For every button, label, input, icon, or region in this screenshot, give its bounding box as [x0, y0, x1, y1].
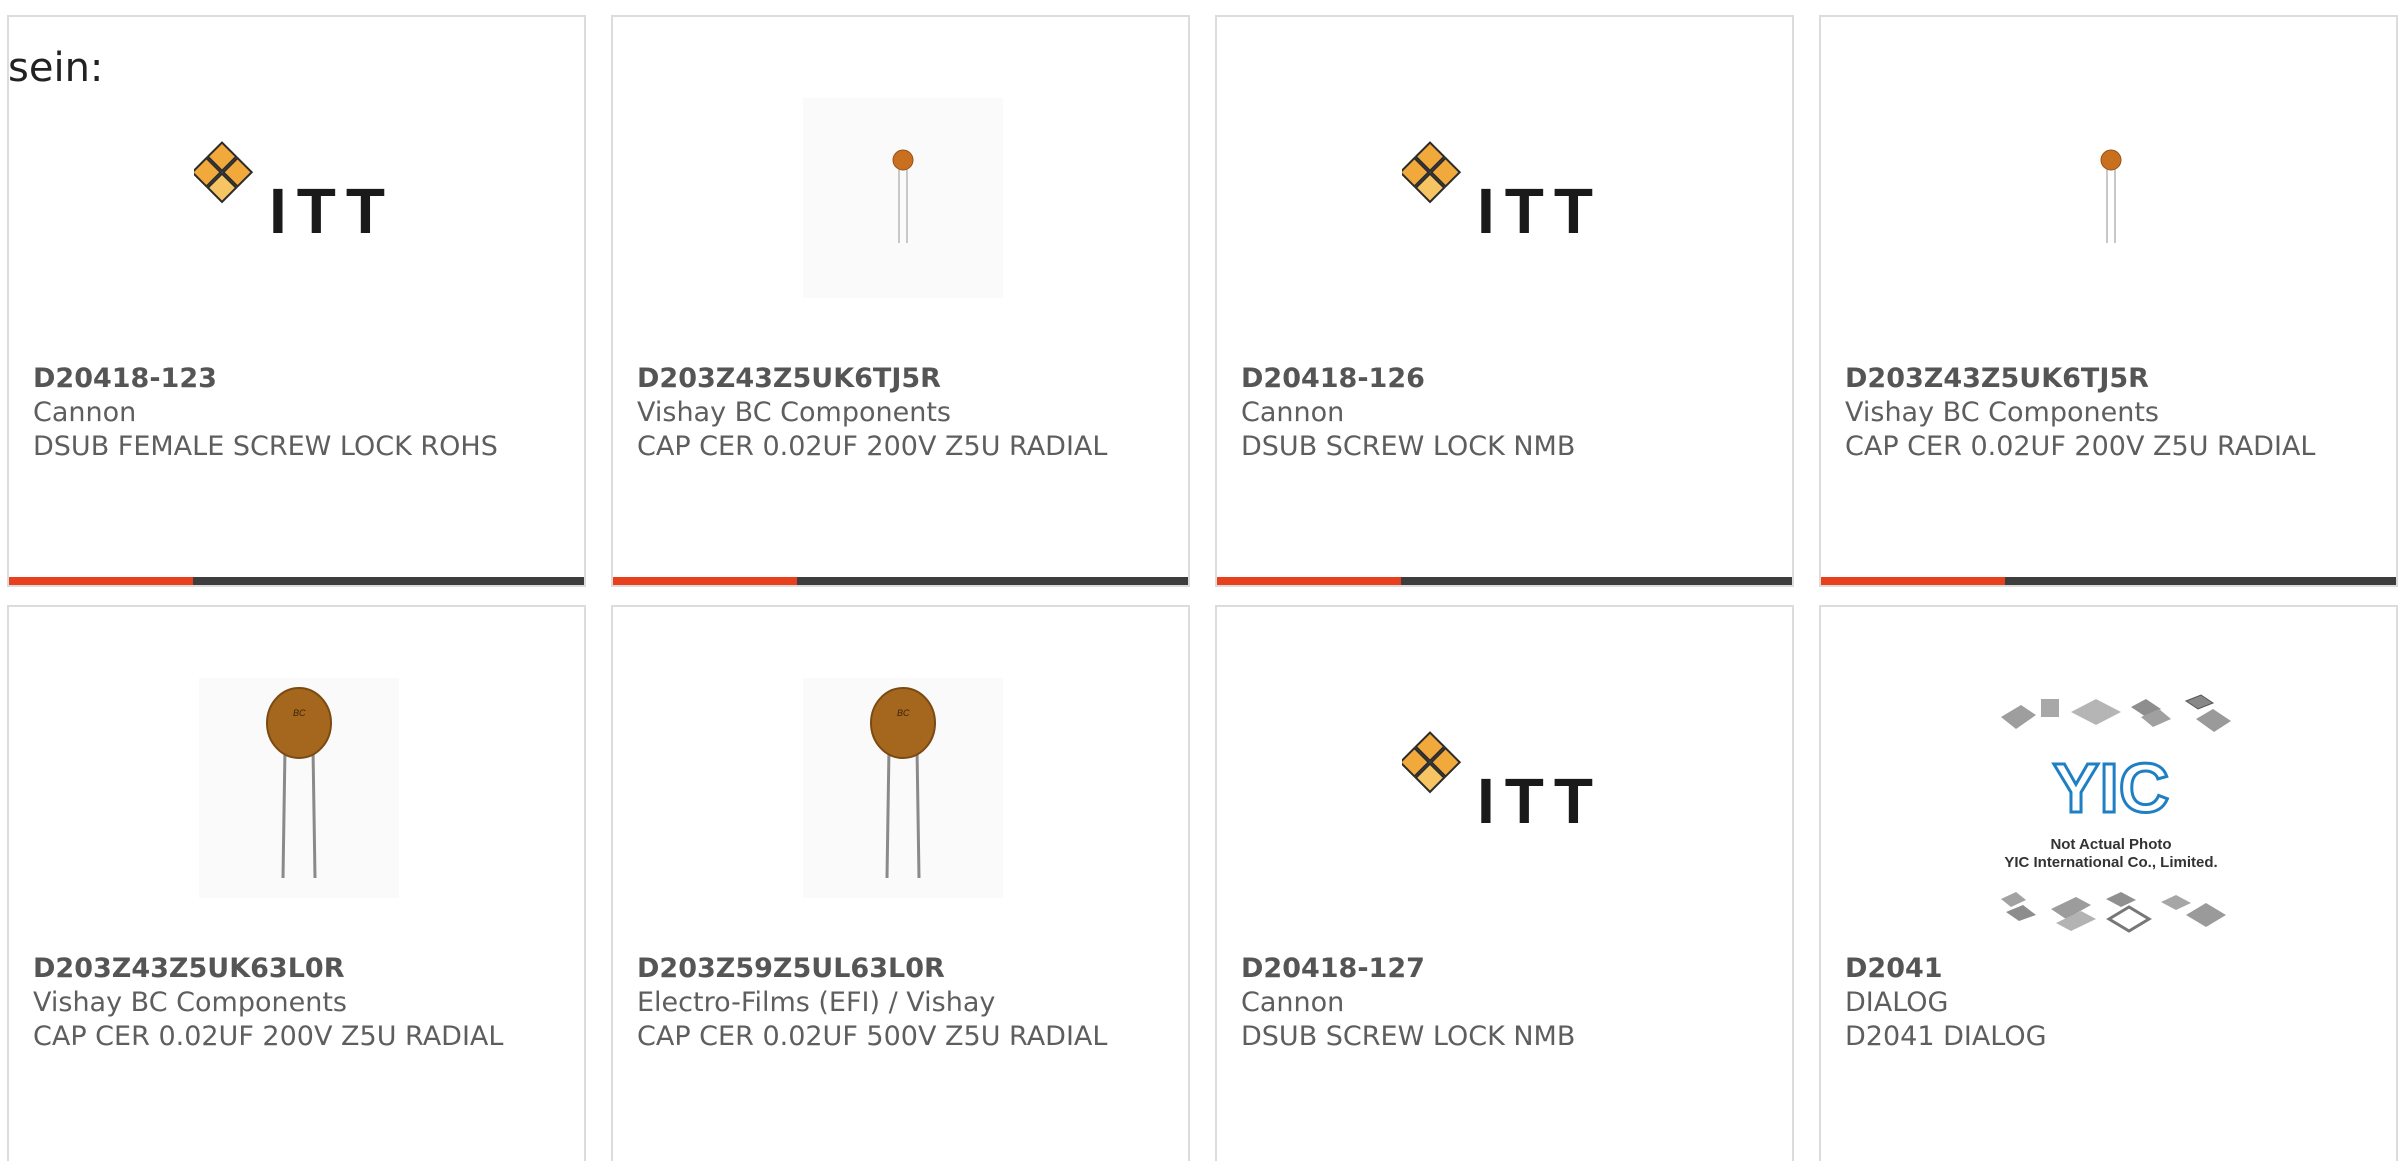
accent-bar — [1821, 577, 2005, 585]
small-capacitor-icon — [803, 98, 1003, 298]
product-card[interactable]: D203Z43Z5UK6TJ5R Vishay BC Components CA… — [611, 15, 1190, 587]
part-number[interactable]: D20418-127 — [1241, 952, 1780, 986]
description: D2041 DIALOG — [1845, 1021, 2047, 1052]
bar-rest — [1401, 577, 1792, 585]
product-image-small-capacitor[interactable] — [2001, 83, 2221, 313]
yic-placeholder-icon: YIC Not Actual Photo YIC International C… — [2001, 694, 2231, 933]
product-card[interactable]: BC D203Z59Z5UL63L0R Electro-Films (EFI) … — [611, 605, 1190, 1161]
product-card[interactable]: ITT D20418-126 Cannon DSUB SCREW LOCK NM… — [1215, 15, 1794, 587]
accent-bar — [613, 577, 797, 585]
product-image-small-capacitor[interactable] — [793, 83, 1013, 313]
product-image-itt-logo[interactable]: ITT — [189, 83, 409, 313]
accent-bar — [1217, 577, 1401, 585]
manufacturer: Cannon — [1241, 987, 1345, 1018]
product-info: D20418-126 Cannon DSUB SCREW LOCK NMB — [1241, 362, 1780, 464]
manufacturer: DIALOG — [1845, 987, 1949, 1018]
large-capacitor-icon: BC — [199, 678, 399, 898]
part-number[interactable]: D203Z43Z5UK63L0R — [33, 952, 572, 986]
itt-logo-icon: ITT — [1402, 731, 1603, 837]
part-number[interactable]: D203Z43Z5UK6TJ5R — [637, 362, 1176, 396]
bar-rest — [2005, 577, 2396, 585]
svg-text:BC: BC — [897, 708, 910, 718]
part-number[interactable]: D203Z59Z5UL63L0R — [637, 952, 1176, 986]
svg-text:BC: BC — [293, 708, 306, 718]
description: CAP CER 0.02UF 200V Z5U RADIAL — [637, 431, 1108, 462]
small-capacitor-icon — [2100, 149, 2122, 243]
product-grid-page: sein: ITT D20418-123 Cannon DSUB FEMALE … — [0, 0, 2400, 1161]
manufacturer: Vishay BC Components — [1845, 397, 2159, 428]
part-number[interactable]: D2041 — [1845, 952, 2384, 986]
itt-logo-icon: ITT — [1402, 141, 1603, 247]
svg-text:ITT: ITT — [269, 175, 395, 247]
bar-rest — [193, 577, 584, 585]
card-bottom-bar — [1821, 577, 2396, 585]
product-card[interactable]: ITT D20418-123 Cannon DSUB FEMALE SCREW … — [7, 15, 586, 587]
product-card[interactable]: YIC Not Actual Photo YIC International C… — [1819, 605, 2398, 1161]
product-info: D203Z59Z5UL63L0R Electro-Films (EFI) / V… — [637, 952, 1176, 1054]
product-info: D2041 DIALOG D2041 DIALOG — [1845, 952, 2384, 1054]
large-capacitor-icon: BC — [803, 678, 1003, 898]
description: CAP CER 0.02UF 200V Z5U RADIAL — [1845, 431, 2316, 462]
manufacturer: Vishay BC Components — [33, 987, 347, 1018]
manufacturer: Electro-Films (EFI) / Vishay — [637, 987, 996, 1018]
card-bottom-bar — [1217, 577, 1792, 585]
product-image-itt-logo[interactable]: ITT — [1397, 83, 1617, 313]
card-bottom-bar — [613, 577, 1188, 585]
svg-text:ITT: ITT — [1477, 765, 1603, 837]
part-number[interactable]: D203Z43Z5UK6TJ5R — [1845, 362, 2384, 396]
product-info: D203Z43Z5UK6TJ5R Vishay BC Components CA… — [1845, 362, 2384, 464]
itt-logo-icon: ITT — [194, 141, 395, 247]
product-info: D203Z43Z5UK6TJ5R Vishay BC Components CA… — [637, 362, 1176, 464]
product-info: D20418-123 Cannon DSUB FEMALE SCREW LOCK… — [33, 362, 572, 464]
svg-text:YIC: YIC — [2053, 749, 2170, 827]
description: DSUB FEMALE SCREW LOCK ROHS — [33, 431, 498, 462]
svg-text:ITT: ITT — [1477, 175, 1603, 247]
manufacturer: Cannon — [1241, 397, 1345, 428]
product-image-large-capacitor[interactable]: BC — [793, 673, 1013, 903]
product-image-yic-placeholder[interactable]: YIC Not Actual Photo YIC International C… — [1981, 687, 2241, 937]
intro-text: sein: — [8, 45, 104, 91]
manufacturer: Cannon — [33, 397, 137, 428]
product-card[interactable]: D203Z43Z5UK6TJ5R Vishay BC Components CA… — [1819, 15, 2398, 587]
manufacturer: Vishay BC Components — [637, 397, 951, 428]
description: DSUB SCREW LOCK NMB — [1241, 431, 1576, 462]
bar-rest — [797, 577, 1188, 585]
product-info: D20418-127 Cannon DSUB SCREW LOCK NMB — [1241, 952, 1780, 1054]
product-card[interactable]: ITT D20418-127 Cannon DSUB SCREW LOCK NM… — [1215, 605, 1794, 1161]
accent-bar — [9, 577, 193, 585]
part-number[interactable]: D20418-123 — [33, 362, 572, 396]
svg-text:YIC International Co., Limited: YIC International Co., Limited. — [2004, 854, 2217, 871]
product-image-large-capacitor[interactable]: BC — [189, 673, 409, 903]
product-image-itt-logo[interactable]: ITT — [1397, 673, 1617, 903]
product-card[interactable]: BC D203Z43Z5UK63L0R Vishay BC Components… — [7, 605, 586, 1161]
description: CAP CER 0.02UF 500V Z5U RADIAL — [637, 1021, 1108, 1052]
part-number[interactable]: D20418-126 — [1241, 362, 1780, 396]
description: CAP CER 0.02UF 200V Z5U RADIAL — [33, 1021, 504, 1052]
card-bottom-bar — [9, 577, 584, 585]
description: DSUB SCREW LOCK NMB — [1241, 1021, 1576, 1052]
product-info: D203Z43Z5UK63L0R Vishay BC Components CA… — [33, 952, 572, 1054]
svg-text:Not Actual Photo: Not Actual Photo — [2050, 836, 2171, 853]
